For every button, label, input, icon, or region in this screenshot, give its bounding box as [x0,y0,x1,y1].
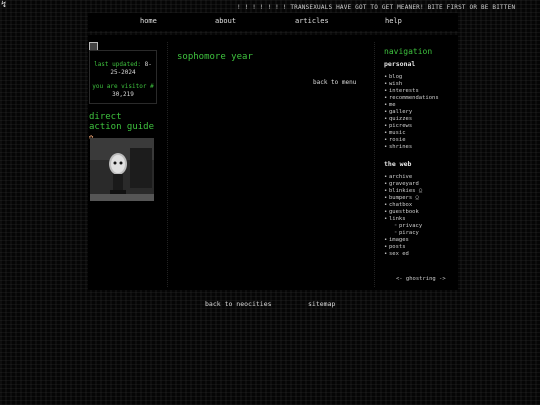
ghostring-link[interactable]: <- ghostring -> [396,276,446,282]
nav-link-sex-ed[interactable]: sex ed [384,251,458,258]
nav-link-me[interactable]: me [384,102,458,109]
nav-link-archive[interactable]: archive [384,174,458,181]
updated-label: last updated: [94,61,142,68]
personal-list: blog wish interests recommendations me g… [384,74,458,151]
corner-decoration: ↯ [1,0,7,10]
personal-heading: personal [384,60,416,68]
nav-link-blog[interactable]: blog [384,74,458,81]
web-list: archive graveyard blinkies ⍜ bumpers ⍜ c… [384,174,458,258]
top-nav: home about articles help [88,13,458,31]
bottle-icon: ⍜ [418,188,423,194]
nav-link-privacy[interactable]: privacy [384,223,458,230]
nav-articles[interactable]: articles [295,17,329,25]
navigation-heading: navigation [384,47,433,56]
nav-link-guestbook[interactable]: guestbook [384,209,458,216]
nav-link-chatbox[interactable]: chatbox [384,202,458,209]
web-heading: the web [384,160,412,168]
sitemap-link[interactable]: sitemap [308,300,335,308]
nav-link-recommendations[interactable]: recommendations [384,95,458,102]
nav-home[interactable]: home [140,17,157,25]
visitor-count: 30,219 [112,91,134,98]
nav-link-bumpers[interactable]: bumpers ⍜ [384,195,458,202]
marquee-banner: ! ! ! ! ! ! ! TRANSEXUALS HAVE GOT TO GE… [237,4,516,11]
right-sidebar: navigation personal blog wish interests … [384,48,458,268]
guide-photo[interactable] [90,138,154,201]
nav-link-wish[interactable]: wish [384,81,458,88]
nav-link-shrines[interactable]: shrines [384,144,458,151]
blinkies-label: blinkies [389,188,416,194]
nav-link-gallery[interactable]: gallery [384,109,458,116]
nav-link-posts[interactable]: posts [384,244,458,251]
nav-link-picrews[interactable]: picrews [384,123,458,130]
bottle-icon: ⍜ [415,195,419,201]
visitor-label: you are visitor # [92,83,154,90]
nav-link-piracy[interactable]: piracy [384,230,458,237]
nav-link-music[interactable]: music [384,130,458,137]
nav-about[interactable]: about [215,17,236,25]
nav-help[interactable]: help [385,17,402,25]
bumpers-label: bumpers [389,195,413,201]
page-title: sophomore year [177,52,253,62]
nav-link-interests[interactable]: interests [384,88,458,95]
nav-link-blinkies[interactable]: blinkies ⍜ [384,188,458,195]
back-to-menu-link[interactable]: back to menu [313,79,356,86]
nav-link-images[interactable]: images [384,237,458,244]
nav-link-quizzes[interactable]: quizzes [384,116,458,123]
back-to-neocities-link[interactable]: back to neocities [205,300,272,308]
nav-link-rosie[interactable]: rosie [384,137,458,144]
nav-link-links[interactable]: links [384,216,458,223]
update-box: last updated: 8-25-2024 you are visitor … [89,50,157,104]
nav-link-graveyard[interactable]: graveyard [384,181,458,188]
dag-title: direct action guide [89,112,155,132]
